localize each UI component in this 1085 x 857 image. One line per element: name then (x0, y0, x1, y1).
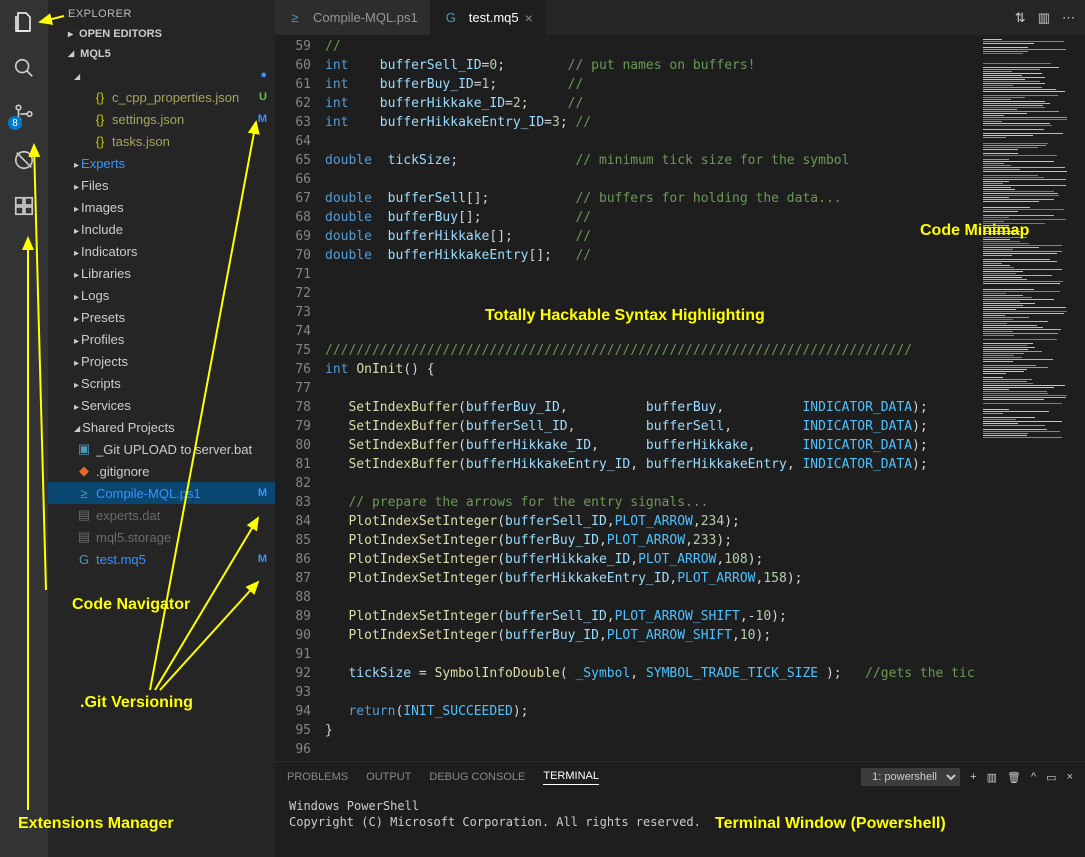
folder-projects[interactable]: Projects (48, 350, 275, 372)
chevron-up-icon[interactable]: ^ (1031, 771, 1036, 783)
split-icon[interactable]: ▥ (1038, 10, 1050, 26)
folder-experts[interactable]: Experts (48, 152, 275, 174)
folder-files[interactable]: Files (48, 174, 275, 196)
app-root: 8 EXPLORER OPEN EDITORS MQL5 ● {}c_cpp_p… (0, 0, 1085, 857)
folder-include[interactable]: Include (48, 218, 275, 240)
folder-services[interactable]: Services (48, 394, 275, 416)
file-tasks[interactable]: {}tasks.json (48, 130, 275, 152)
sidebar: EXPLORER OPEN EDITORS MQL5 ● {}c_cpp_pro… (48, 0, 275, 857)
panel-tabs: PROBLEMS OUTPUT DEBUG CONSOLE TERMINAL 1… (275, 762, 1085, 792)
activity-bar: 8 (0, 0, 48, 857)
editor-tabs: ≥Compile-MQL.ps1 Gtest.mq5× ⇅ ▥ ⋯ (275, 0, 1085, 35)
close-icon[interactable]: × (525, 10, 533, 26)
minimap[interactable] (975, 35, 1085, 761)
file-mql5storage[interactable]: ▤mql5.storage (48, 526, 275, 548)
close-panel-icon[interactable]: × (1067, 771, 1073, 783)
folder-shared[interactable]: Shared Projects (48, 416, 275, 438)
json-icon: {} (92, 133, 108, 149)
ps1-icon: ≥ (287, 10, 303, 26)
tab-debug[interactable]: DEBUG CONSOLE (429, 771, 525, 783)
file-gitupload[interactable]: ▣_Git UPLOAD to server.bat (48, 438, 275, 460)
scm-badge: 8 (8, 116, 22, 130)
file-testmq5[interactable]: Gtest.mq5M (48, 548, 275, 570)
tab-output[interactable]: OUTPUT (366, 771, 411, 783)
file-tree: ● {}c_cpp_properties.jsonU {}settings.js… (48, 64, 275, 570)
file-gitignore[interactable]: ◆.gitignore (48, 460, 275, 482)
tabs-actions: ⇅ ▥ ⋯ (1015, 0, 1085, 35)
debug-icon[interactable] (10, 146, 38, 174)
folder-logs[interactable]: Logs (48, 284, 275, 306)
extensions-icon[interactable] (10, 192, 38, 220)
add-terminal-icon[interactable]: + (970, 771, 976, 783)
file-compile[interactable]: ≥Compile-MQL.ps1M (48, 482, 275, 504)
folder-indicators[interactable]: Indicators (48, 240, 275, 262)
git-icon: ◆ (76, 463, 92, 479)
bat-icon: ▣ (76, 441, 92, 457)
folder-presets[interactable]: Presets (48, 306, 275, 328)
folder-libraries[interactable]: Libraries (48, 262, 275, 284)
folder-vscode[interactable]: ● (48, 64, 275, 86)
terminal-body[interactable]: Windows PowerShell Copyright (C) Microso… (275, 792, 1085, 857)
file-settings[interactable]: {}settings.jsonM (48, 108, 275, 130)
file-expertsdat[interactable]: ▤experts.dat (48, 504, 275, 526)
main-area: ≥Compile-MQL.ps1 Gtest.mq5× ⇅ ▥ ⋯ 59 60 … (275, 0, 1085, 857)
mq5-icon: G (443, 10, 459, 26)
terminal-select[interactable]: 1: powershell (861, 768, 960, 786)
tab-testmq5[interactable]: Gtest.mq5× (431, 0, 546, 35)
folder-profiles[interactable]: Profiles (48, 328, 275, 350)
editor[interactable]: 59 60 61 62 63 64 65 66 67 68 69 70 71 7… (275, 35, 1085, 761)
terminal-panel: PROBLEMS OUTPUT DEBUG CONSOLE TERMINAL 1… (275, 761, 1085, 857)
project-head[interactable]: MQL5 (48, 44, 275, 64)
tab-terminal[interactable]: TERMINAL (543, 770, 599, 785)
sidebar-title: EXPLORER (48, 0, 275, 24)
more-icon[interactable]: ⋯ (1062, 10, 1075, 26)
json-icon: {} (92, 89, 108, 105)
line-gutter: 59 60 61 62 63 64 65 66 67 68 69 70 71 7… (275, 35, 325, 761)
file-cprops[interactable]: {}c_cpp_properties.jsonU (48, 86, 275, 108)
file-icon: ▤ (76, 529, 92, 545)
tab-compile[interactable]: ≥Compile-MQL.ps1 (275, 0, 431, 35)
maximize-icon[interactable]: ▭ (1046, 771, 1056, 784)
json-icon: {} (92, 111, 108, 127)
source-control-icon[interactable]: 8 (10, 100, 38, 128)
open-editors-head[interactable]: OPEN EDITORS (48, 24, 275, 44)
mq5-icon: G (76, 551, 92, 567)
code-area[interactable]: // int bufferSell_ID=0; // put names on … (325, 35, 975, 761)
explorer-icon[interactable] (10, 8, 38, 36)
folder-images[interactable]: Images (48, 196, 275, 218)
file-icon: ▤ (76, 507, 92, 523)
search-icon[interactable] (10, 54, 38, 82)
split-terminal-icon[interactable]: ▥ (987, 771, 997, 784)
compare-icon[interactable]: ⇅ (1015, 10, 1026, 26)
ps1-icon: ≥ (76, 485, 92, 501)
tab-problems[interactable]: PROBLEMS (287, 771, 348, 783)
folder-scripts[interactable]: Scripts (48, 372, 275, 394)
trash-icon[interactable]: 🗑 (1007, 771, 1021, 784)
